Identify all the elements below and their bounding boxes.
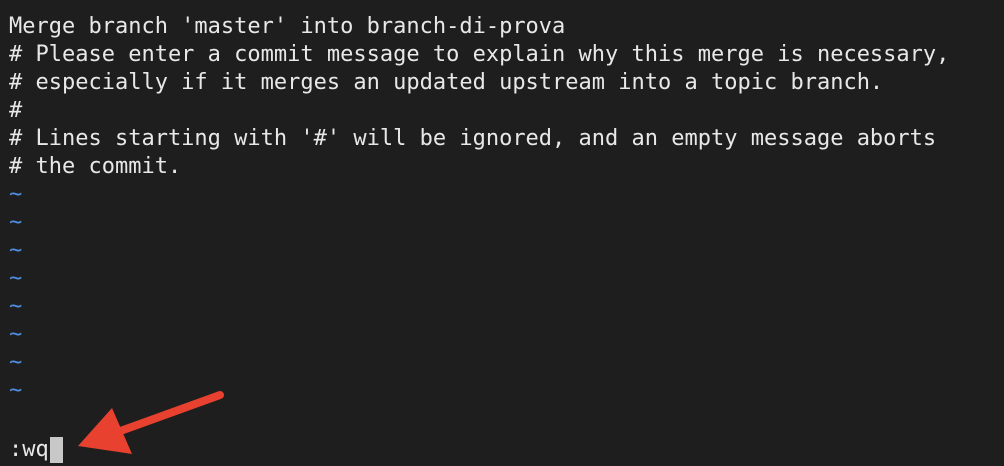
vim-editor[interactable]: Merge branch 'master' into branch-di-pro…: [0, 0, 1004, 466]
red-arrow-icon: [78, 391, 224, 454]
